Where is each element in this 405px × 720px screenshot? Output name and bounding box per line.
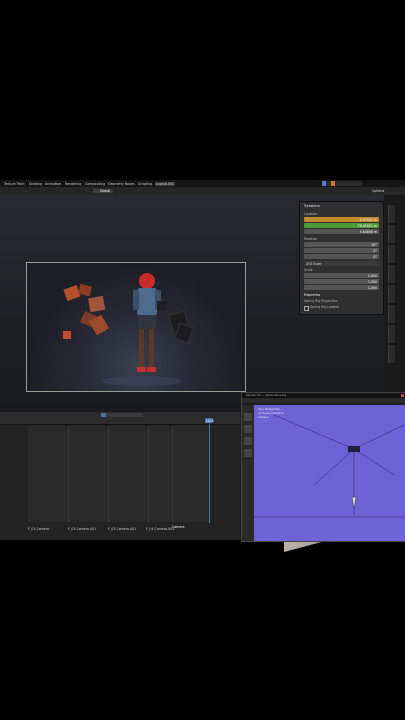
scale-z-field[interactable]: 1.000 [304, 285, 379, 290]
location-label: Location [304, 212, 318, 216]
scale-label: Scale [304, 268, 313, 272]
transform-header[interactable]: Transform [304, 204, 320, 208]
mini-toolbar [242, 405, 254, 541]
tab-texture-paint[interactable]: Texture Paint [4, 182, 25, 186]
camera-frame [26, 262, 246, 392]
properties-header[interactable]: Properties [304, 293, 320, 297]
timeline-divider [108, 426, 109, 522]
sidebar-tab-hdri-maker[interactable] [388, 325, 395, 343]
timeline-divider [68, 426, 69, 522]
window-title: Blender 3.6 — Spider-Verse Rig [246, 393, 287, 397]
rig-loaded-label: Spring Rig Loaded [310, 305, 340, 309]
rotation-z-field[interactable]: 0° [304, 254, 379, 259]
select-tool-icon[interactable] [244, 413, 252, 421]
sidebar-tab-animation[interactable] [388, 305, 395, 323]
move-tool-icon[interactable] [244, 425, 252, 433]
scale-tool-icon[interactable] [244, 449, 252, 457]
window-menu-bar [242, 398, 405, 403]
location-z-field[interactable]: 5.64856 m [304, 229, 379, 234]
tab-geometry-nodes[interactable]: Geometry Nodes [108, 182, 135, 186]
scene-render [63, 273, 194, 386]
timeline-marker[interactable]: F_04 Camera.003 [146, 527, 174, 531]
timeline-editor: 1920 F_01 Camera F_02 Camera.001 F_03 Ca… [0, 412, 240, 540]
tab-animation[interactable]: Animation [45, 182, 61, 186]
floating-boxes [63, 283, 110, 339]
rig-loaded-checkbox[interactable] [304, 306, 309, 311]
rotation-mode-dropdown[interactable]: XYZ Euler [304, 261, 379, 266]
location-y-field[interactable]: -76.41651 m [304, 223, 379, 228]
rotate-tool-icon[interactable] [244, 437, 252, 445]
blender-screen: Texture Paint Shading Animation Renderin… [0, 180, 405, 552]
header-icon-group[interactable] [322, 181, 362, 186]
rig-properties-header[interactable]: Spring Rig Properties [304, 299, 338, 303]
sidebar-tab-quad-remesher[interactable] [388, 285, 395, 303]
timeline-marker[interactable]: F_02 Camera.001 [68, 527, 96, 531]
playback-controls[interactable] [101, 413, 143, 417]
camera-preview-window: Blender 3.6 — Spider-Verse Rig User Pers… [241, 392, 405, 542]
sidebar-tab-tool[interactable] [388, 225, 395, 243]
location-x-field[interactable]: -0.07592 m [304, 217, 379, 222]
sidebar-tab-view[interactable] [388, 245, 395, 263]
sidebar-n-panel: Transform Location -0.07592 m -76.41651 … [299, 201, 384, 315]
options-menu[interactable]: Options [372, 189, 384, 193]
camera-wireframe [254, 414, 405, 518]
rotation-x-field[interactable]: 90° [304, 242, 379, 247]
timeline-marker[interactable]: F_01 Camera [28, 527, 49, 531]
sidebar-tabs [384, 195, 405, 413]
timeline-divider [148, 426, 149, 522]
character-figure [133, 273, 167, 372]
mini-viewport[interactable]: User Perspective (1) Scene Collection Ca… [254, 405, 405, 541]
rotation-label: Rotation [304, 237, 318, 241]
scale-x-field[interactable]: 1.000 [304, 273, 379, 278]
tab-shading[interactable]: Shading [29, 182, 42, 186]
scale-y-field[interactable]: 1.000 [304, 279, 379, 284]
timeline-ruler[interactable] [0, 418, 240, 425]
tab-scripting[interactable]: Scripting [138, 182, 152, 186]
rotation-y-field[interactable]: 0° [304, 248, 379, 253]
tab-compositing[interactable]: Compositing [85, 182, 105, 186]
dark-boxes [168, 310, 194, 344]
play-button[interactable] [101, 413, 106, 417]
timeline-marker[interactable]: F_03 Camera.002 [108, 527, 136, 531]
close-icon[interactable] [401, 394, 404, 397]
playhead-line [209, 423, 210, 523]
sidebar-tab-item[interactable] [388, 205, 395, 223]
timeline-marker-active[interactable]: Camera [172, 525, 185, 529]
timeline-divider [172, 426, 173, 522]
tab-layout-001[interactable]: Layout.001 [155, 181, 175, 186]
tab-rendering[interactable]: Rendering [65, 182, 81, 186]
workspace-tabs-bar: Texture Paint Shading Animation Renderin… [0, 180, 405, 187]
sidebar-tab-create[interactable] [388, 345, 395, 363]
timeline-track-area[interactable] [28, 426, 208, 522]
orientation-label: Global [100, 189, 111, 193]
sidebar-tab-edit[interactable] [388, 265, 395, 283]
